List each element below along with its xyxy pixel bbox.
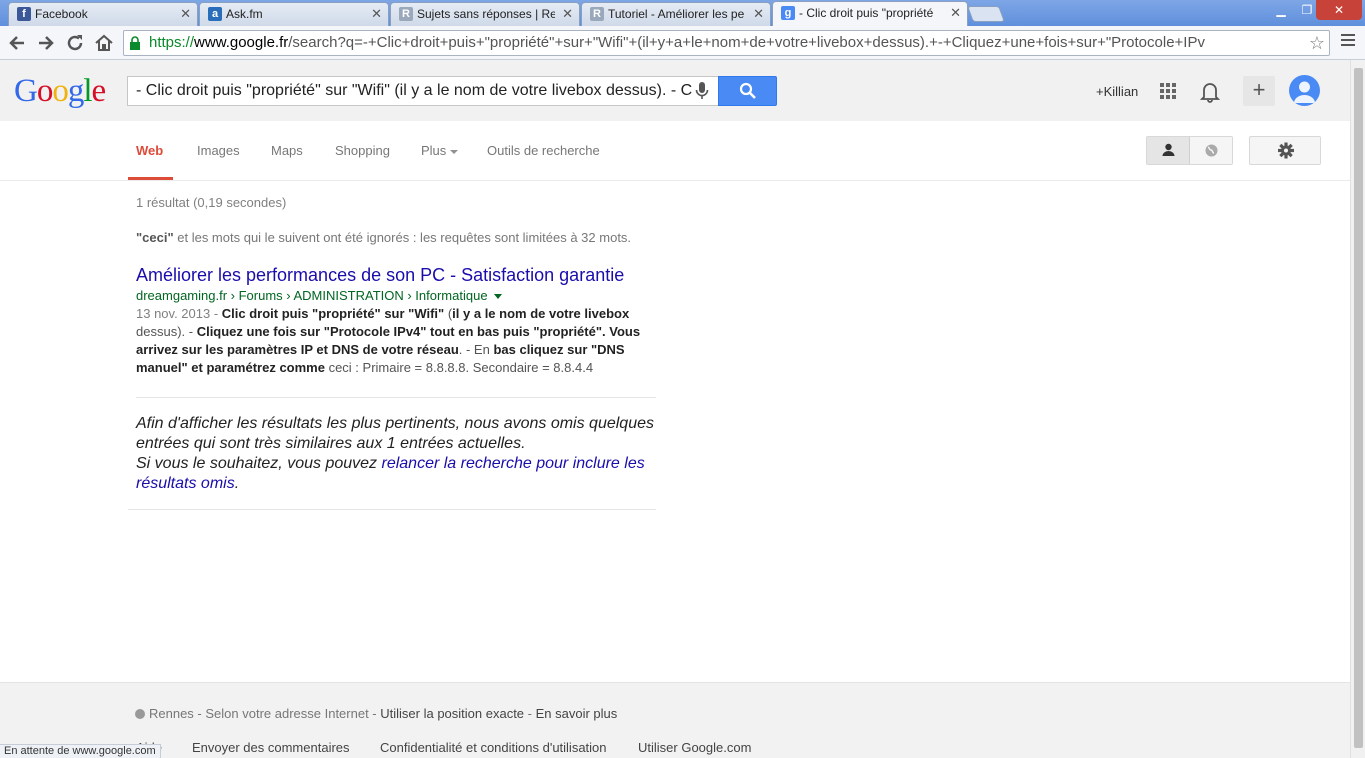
settings-button[interactable] — [1249, 136, 1321, 165]
back-icon[interactable] — [6, 32, 28, 54]
location-city: Rennes — [149, 706, 194, 721]
vertical-scrollbar[interactable] — [1350, 60, 1365, 758]
location-dot-icon — [135, 709, 145, 719]
divider — [136, 397, 656, 398]
tab-label: Facebook — [35, 7, 88, 21]
result-url: dreamgaming.fr › Forums › ADMINISTRATION… — [136, 287, 656, 305]
site-favicon-icon: R — [590, 7, 604, 21]
person-icon — [1162, 143, 1175, 156]
tab-shopping[interactable]: Shopping — [335, 143, 390, 158]
browser-tab-sujets[interactable]: R Sujets sans réponses | Real ✕ — [390, 2, 580, 26]
search-input[interactable]: - Clic droit puis "propriété" sur "Wifi"… — [127, 76, 718, 106]
url-scheme: https:// — [149, 34, 195, 51]
user-profile-link[interactable]: +Killian — [1096, 84, 1138, 99]
search-icon — [739, 82, 756, 99]
query-truncated-notice: "ceci" et les mots qui le suivent ont ét… — [136, 230, 632, 245]
chrome-menu-icon[interactable] — [1341, 34, 1355, 48]
site-favicon-icon: R — [399, 7, 413, 21]
browser-tabstrip: f Facebook ✕ a Ask.fm ✕ R Sujets sans ré… — [0, 0, 1365, 26]
notifications-bell-icon[interactable] — [1200, 81, 1220, 103]
privacy-terms-link[interactable]: Confidentialité et conditions d'utilisat… — [380, 740, 607, 755]
tab-close-icon[interactable]: ✕ — [950, 2, 961, 24]
personal-results-toggle[interactable] — [1146, 136, 1233, 165]
forward-icon[interactable] — [35, 32, 57, 54]
tab-maps[interactable]: Maps — [271, 143, 303, 158]
url-path: /search?q=-+Clic+droit+puis+"propriété"+… — [288, 34, 1205, 51]
tab-search-tools[interactable]: Outils de recherche — [487, 143, 600, 158]
result-options-dropdown-icon[interactable] — [493, 294, 502, 300]
search-result: Améliorer les performances de son PC - S… — [136, 264, 656, 377]
askfm-favicon-icon: a — [208, 7, 222, 21]
new-tab-button[interactable] — [967, 6, 1005, 22]
browser-tab-tutoriel[interactable]: R Tutoriel - Améliorer les pe ✕ — [581, 2, 771, 26]
result-stats: 1 résultat (0,19 secondes) — [136, 195, 287, 210]
reload-icon[interactable] — [64, 32, 86, 54]
tab-close-icon[interactable]: ✕ — [562, 3, 573, 25]
send-feedback-link[interactable]: Envoyer des commentaires — [192, 740, 350, 755]
tab-label: Sujets sans réponses | Real — [417, 7, 555, 21]
google-header: Google - Clic droit puis "propriété" sur… — [0, 60, 1350, 121]
tab-more[interactable]: Plus — [421, 143, 459, 158]
scrollbar-thumb[interactable] — [1354, 68, 1363, 748]
url-host: www.google.fr — [194, 34, 289, 51]
learn-more-link[interactable]: En savoir plus — [536, 706, 618, 721]
tab-web[interactable]: Web — [136, 143, 163, 158]
footer: Rennes - Selon votre adresse Internet - … — [0, 682, 1350, 758]
tab-close-icon[interactable]: ✕ — [180, 3, 191, 25]
chevron-down-icon — [450, 149, 459, 154]
tab-close-icon[interactable]: ✕ — [753, 3, 764, 25]
location-line: Rennes - Selon votre adresse Internet - … — [135, 706, 617, 721]
browser-tab-google-active[interactable]: g - Clic droit puis "propriété ✕ — [772, 1, 968, 26]
active-tab-indicator — [128, 177, 173, 180]
share-plus-button[interactable]: + — [1243, 76, 1275, 106]
use-precise-location-link[interactable]: Utiliser la position exacte — [380, 706, 524, 721]
result-title-link[interactable]: Améliorer les performances de son PC - S… — [136, 264, 656, 286]
tab-images[interactable]: Images — [197, 143, 240, 158]
global-results-button[interactable] — [1190, 137, 1232, 164]
globe-icon — [1205, 144, 1218, 157]
address-bar[interactable]: https://www.google.fr/search?q=-+Clic+dr… — [123, 30, 1330, 56]
divider — [128, 509, 656, 510]
url-text: https://www.google.fr/search?q=-+Clic+dr… — [149, 31, 1205, 55]
tab-label: Ask.fm — [226, 7, 263, 21]
result-snippet: 13 nov. 2013 - Clic droit puis "propriét… — [136, 306, 641, 375]
avatar[interactable] — [1289, 75, 1320, 106]
personal-results-button[interactable] — [1147, 137, 1190, 164]
omitted-results-notice: Afin d'afficher les résultats les plus p… — [136, 415, 654, 492]
tab-close-icon[interactable]: ✕ — [371, 3, 382, 25]
home-icon[interactable] — [93, 32, 115, 54]
browser-status-bar: En attente de www.google.com — [0, 744, 161, 758]
google-logo[interactable]: Google — [14, 73, 106, 110]
gear-icon — [1278, 142, 1294, 159]
bookmark-star-icon[interactable]: ☆ — [1304, 31, 1325, 55]
browser-tab-askfm[interactable]: a Ask.fm ✕ — [199, 2, 389, 26]
window-close-icon[interactable]: ✕ — [1316, 0, 1362, 20]
person-icon — [1294, 81, 1315, 103]
minimize-icon[interactable]: ▁ — [1268, 0, 1294, 20]
search-button[interactable] — [718, 76, 777, 106]
use-google-com-link[interactable]: Utiliser Google.com — [638, 740, 751, 755]
google-favicon-icon: g — [781, 6, 795, 20]
microphone-icon[interactable] — [695, 82, 709, 100]
lock-icon — [130, 36, 140, 50]
search-nav-bar: Web Images Maps Shopping Plus Outils de … — [0, 121, 1350, 181]
tab-label: - Clic droit puis "propriété — [799, 6, 934, 20]
browser-toolbar: https://www.google.fr/search?q=-+Clic+dr… — [0, 26, 1365, 60]
tab-label: Tutoriel - Améliorer les pe — [608, 7, 745, 21]
browser-tab-facebook[interactable]: f Facebook ✕ — [8, 2, 198, 26]
facebook-favicon-icon: f — [17, 7, 31, 21]
apps-grid-icon[interactable] — [1160, 83, 1177, 100]
